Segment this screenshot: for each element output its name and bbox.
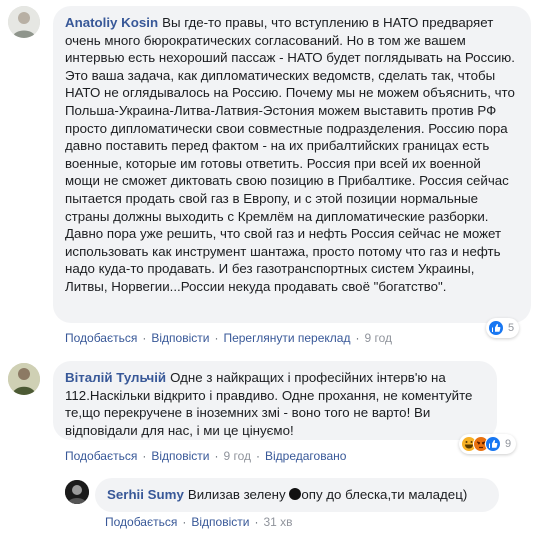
like-button[interactable]: Подобається (105, 515, 177, 529)
comment-author[interactable]: Віталій Тульчій (65, 370, 166, 385)
see-translation-button[interactable]: Переглянути переклад (223, 331, 350, 345)
comment-actions: Подобається · Відповісти · Переглянути перек… (65, 331, 393, 345)
reaction-summary[interactable]: 9 (459, 434, 517, 454)
reply-button[interactable]: Відповісти (151, 449, 209, 463)
comment-bubble: Віталій Тульчій Одне з найкращих і профес… (53, 361, 497, 440)
censor-blot-icon (289, 488, 302, 500)
avatar[interactable] (8, 6, 40, 38)
comment-text: Вы где-то правы, что вступлению в НАТО п… (65, 15, 515, 294)
reply-button[interactable]: Відповісти (191, 515, 249, 529)
reaction-summary[interactable]: 5 (486, 318, 520, 338)
comment-vitaliy: Віталій Тульчій Одне з найкращих і профес… (0, 345, 554, 470)
timestamp[interactable]: 9 год (364, 331, 392, 345)
edited-label[interactable]: Відредаговано (265, 449, 346, 463)
reply-button[interactable]: Відповісти (151, 331, 209, 345)
comment-text-start: Вилизав зелену (187, 487, 286, 502)
user-photo-icon (8, 363, 40, 395)
comment-bubble: Serhii Sumy Вилизав зелену опу до блеска,… (95, 478, 499, 512)
avatar[interactable] (8, 363, 40, 395)
comment-author[interactable]: Serhii Sumy (107, 487, 184, 502)
like-button[interactable]: Подобається (65, 449, 137, 463)
timestamp[interactable]: 31 хв (263, 515, 292, 529)
user-photo-icon (8, 6, 40, 38)
comment-bubble: Anatoliy Kosin Вы где-то правы, что вступ… (53, 6, 531, 323)
avatar[interactable] (65, 480, 89, 504)
like-icon (488, 320, 504, 336)
comment-text-end: опу до блеска,ти маладец) (301, 487, 468, 502)
like-icon (485, 436, 501, 452)
like-button[interactable]: Подобається (65, 331, 137, 345)
comment-anatoliy: Anatoliy Kosin Вы где-то правы, что вступ… (0, 0, 554, 345)
reaction-count: 9 (505, 438, 512, 450)
timestamp[interactable]: 9 год (223, 449, 251, 463)
comment-serhii-reply: Serhii Sumy Вилизав зелену опу до блеска,… (0, 470, 554, 535)
comment-actions: Подобається · Відповісти · 9 год · Відредагова… (65, 449, 347, 463)
reaction-count: 5 (508, 322, 515, 334)
comment-author[interactable]: Anatoliy Kosin (65, 15, 158, 30)
comment-actions: Подобається · Відповісти · 31 хв (105, 515, 293, 529)
user-photo-icon (65, 480, 89, 504)
